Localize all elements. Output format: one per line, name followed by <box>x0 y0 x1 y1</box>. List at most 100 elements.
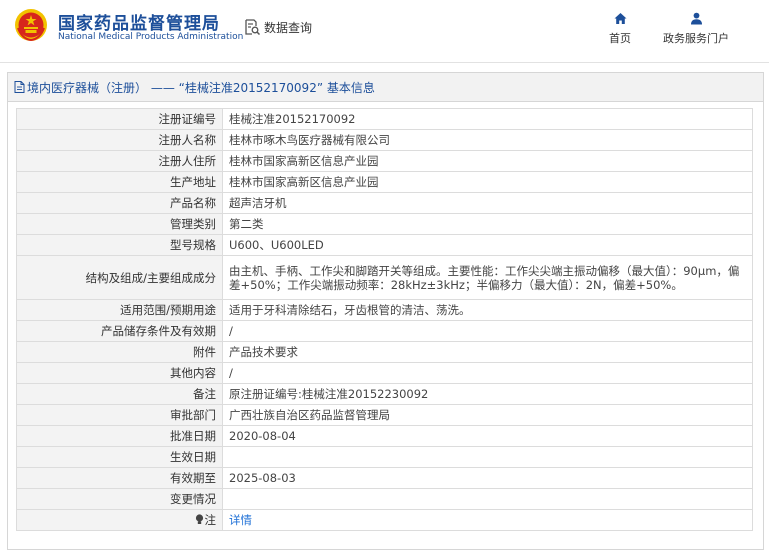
field-label: 注册证编号 <box>158 112 217 126</box>
document-search-icon <box>245 19 260 35</box>
field-label: 管理类别 <box>170 217 216 231</box>
details-link[interactable]: 详情 <box>229 511 746 529</box>
data-query-label: 数据查询 <box>264 20 313 35</box>
field-value: 桂林市国家高新区信息产业园 <box>229 154 379 168</box>
national-emblem-icon <box>15 9 47 42</box>
table-row: 产品名称 超声洁牙机 <box>16 192 753 214</box>
panel-header: 境内医疗器械（注册） —— “桂械注准20152170092” 基本信息 <box>8 73 763 102</box>
field-value: / <box>229 366 233 380</box>
field-label: 产品名称 <box>170 196 216 210</box>
field-value <box>229 455 746 459</box>
field-value: 桂林市国家高新区信息产业园 <box>229 175 379 189</box>
table-row: 注册人名称 桂林市啄木鸟医疗器械有限公司 <box>16 129 753 151</box>
table-row: 注册人住所 桂林市国家高新区信息产业园 <box>16 150 753 172</box>
field-value-cell: 桂林市啄木鸟医疗器械有限公司 <box>222 129 753 151</box>
table-row: 注详情 <box>16 509 753 531</box>
field-label-cell: 有效期至 <box>16 467 223 489</box>
field-value-cell <box>222 488 753 510</box>
field-value-cell: / <box>222 320 753 342</box>
table-row: 变更情况 <box>16 488 753 510</box>
table-row: 有效期至 2025-08-03 <box>16 467 753 489</box>
detail-panel: 境内医疗器械（注册） —— “桂械注准20152170092” 基本信息 注册证… <box>7 72 764 550</box>
field-label-cell: 适用范围/预期用途 <box>16 299 223 321</box>
field-value: 2025-08-03 <box>229 471 296 485</box>
field-value-cell: / <box>222 362 753 384</box>
table-row: 注册证编号 桂械注准20152170092 <box>16 108 753 130</box>
field-label-cell: 备注 <box>16 383 223 405</box>
field-value-cell: 详情 <box>222 509 753 531</box>
field-value-cell: U600、U600LED <box>222 234 753 256</box>
nav-service-portal[interactable]: 政务服务门户 <box>652 12 740 46</box>
field-label: 型号规格 <box>170 238 216 252</box>
nav-service-portal-label: 政务服务门户 <box>663 32 729 45</box>
panel-title: 境内医疗器械（注册） —— “桂械注准20152170092” 基本信息 <box>27 80 375 95</box>
field-label: 变更情况 <box>170 492 216 506</box>
field-label-cell: 产品储存条件及有效期 <box>16 320 223 342</box>
nav-home-label: 首页 <box>609 32 631 45</box>
table-row: 型号规格 U600、U600LED <box>16 234 753 256</box>
field-label: 生效日期 <box>170 450 216 464</box>
table-row: 结构及组成/主要组成成分 由主机、手柄、工作尖和脚踏开关等组成。主要性能：工作尖尖… <box>16 255 753 300</box>
field-label-cell: 管理类别 <box>16 213 223 235</box>
field-label-cell: 产品名称 <box>16 192 223 214</box>
table-row: 审批部门 广西壮族自治区药品监督管理局 <box>16 404 753 426</box>
field-label-cell: 生效日期 <box>16 446 223 468</box>
field-label-cell: 其他内容 <box>16 362 223 384</box>
field-value-cell: 桂械注准20152170092 <box>222 108 753 130</box>
field-value: 超声洁牙机 <box>229 196 287 210</box>
field-value <box>229 497 746 501</box>
field-value: 2020-08-04 <box>229 429 296 443</box>
field-value-cell: 2025-08-03 <box>222 467 753 489</box>
field-label: 有效期至 <box>170 471 216 485</box>
field-label-cell: 审批部门 <box>16 404 223 426</box>
field-value: 桂械注准20152170092 <box>229 112 356 126</box>
field-label: 结构及组成/主要组成成分 <box>85 270 216 285</box>
field-label-cell: 注册证编号 <box>16 108 223 130</box>
field-value: U600、U600LED <box>229 238 324 252</box>
field-value: 广西壮族自治区药品监督管理局 <box>229 408 390 422</box>
field-value-cell: 2020-08-04 <box>222 425 753 447</box>
field-label-cell: 变更情况 <box>16 488 223 510</box>
table-row: 管理类别 第二类 <box>16 213 753 235</box>
field-label-cell: 附件 <box>16 341 223 363</box>
field-value-cell: 产品技术要求 <box>222 341 753 363</box>
info-table: 注册证编号 桂械注准20152170092 注册人名称 桂林市啄木鸟医疗器械有限公司注… <box>16 108 753 531</box>
field-value: 产品技术要求 <box>229 345 298 359</box>
field-value-cell: 适用于牙科清除结石，牙齿根管的清洁、荡洗。 <box>222 299 753 321</box>
table-row: 产品储存条件及有效期 / <box>16 320 753 342</box>
field-value-cell: 桂林市国家高新区信息产业园 <box>222 150 753 172</box>
table-row: 备注 原注册证编号:桂械注准20152230092 <box>16 383 753 405</box>
field-label-cell: 型号规格 <box>16 234 223 256</box>
home-icon <box>614 13 626 24</box>
field-value-cell: 第二类 <box>222 213 753 235</box>
field-value-cell: 广西壮族自治区药品监督管理局 <box>222 404 753 426</box>
document-icon <box>14 81 25 93</box>
bulb-icon <box>195 514 203 524</box>
table-row: 生产地址 桂林市国家高新区信息产业园 <box>16 171 753 193</box>
field-label-cell: 注册人名称 <box>16 129 223 151</box>
field-value: / <box>229 324 233 338</box>
field-label: 产品储存条件及有效期 <box>101 324 216 338</box>
table-row: 生效日期 <box>16 446 753 468</box>
org-name-cn: 国家药品监督管理局 <box>58 14 220 34</box>
field-value: 适用于牙科清除结石，牙齿根管的清洁、荡洗。 <box>229 303 471 317</box>
data-query-link[interactable]: 数据查询 <box>244 18 312 36</box>
field-label: 注册人住所 <box>158 154 217 168</box>
table-row: 适用范围/预期用途 适用于牙科清除结石，牙齿根管的清洁、荡洗。 <box>16 299 753 321</box>
org-name-en: National Medical Products Administration <box>58 32 244 42</box>
field-label-cell: 批准日期 <box>16 425 223 447</box>
field-label-cell: 注册人住所 <box>16 150 223 172</box>
site-header: 国家药品监督管理局 National Medical Products Admi… <box>0 0 769 62</box>
field-label: 注册人名称 <box>158 133 217 147</box>
table-row: 其他内容 / <box>16 362 753 384</box>
field-value-cell: 桂林市国家高新区信息产业园 <box>222 171 753 193</box>
field-label: 审批部门 <box>170 408 216 422</box>
field-value: 由主机、手柄、工作尖和脚踏开关等组成。主要性能：工作尖尖端主振动偏移（最大值）：… <box>229 263 740 292</box>
field-label: 生产地址 <box>170 175 216 189</box>
field-label: 注 <box>204 513 217 527</box>
nav-home[interactable]: 首页 <box>602 12 638 46</box>
field-label-cell: 结构及组成/主要组成成分 <box>16 255 223 300</box>
field-label: 其他内容 <box>170 366 216 380</box>
field-label-cell: 注 <box>16 509 223 531</box>
header-divider <box>0 62 769 63</box>
